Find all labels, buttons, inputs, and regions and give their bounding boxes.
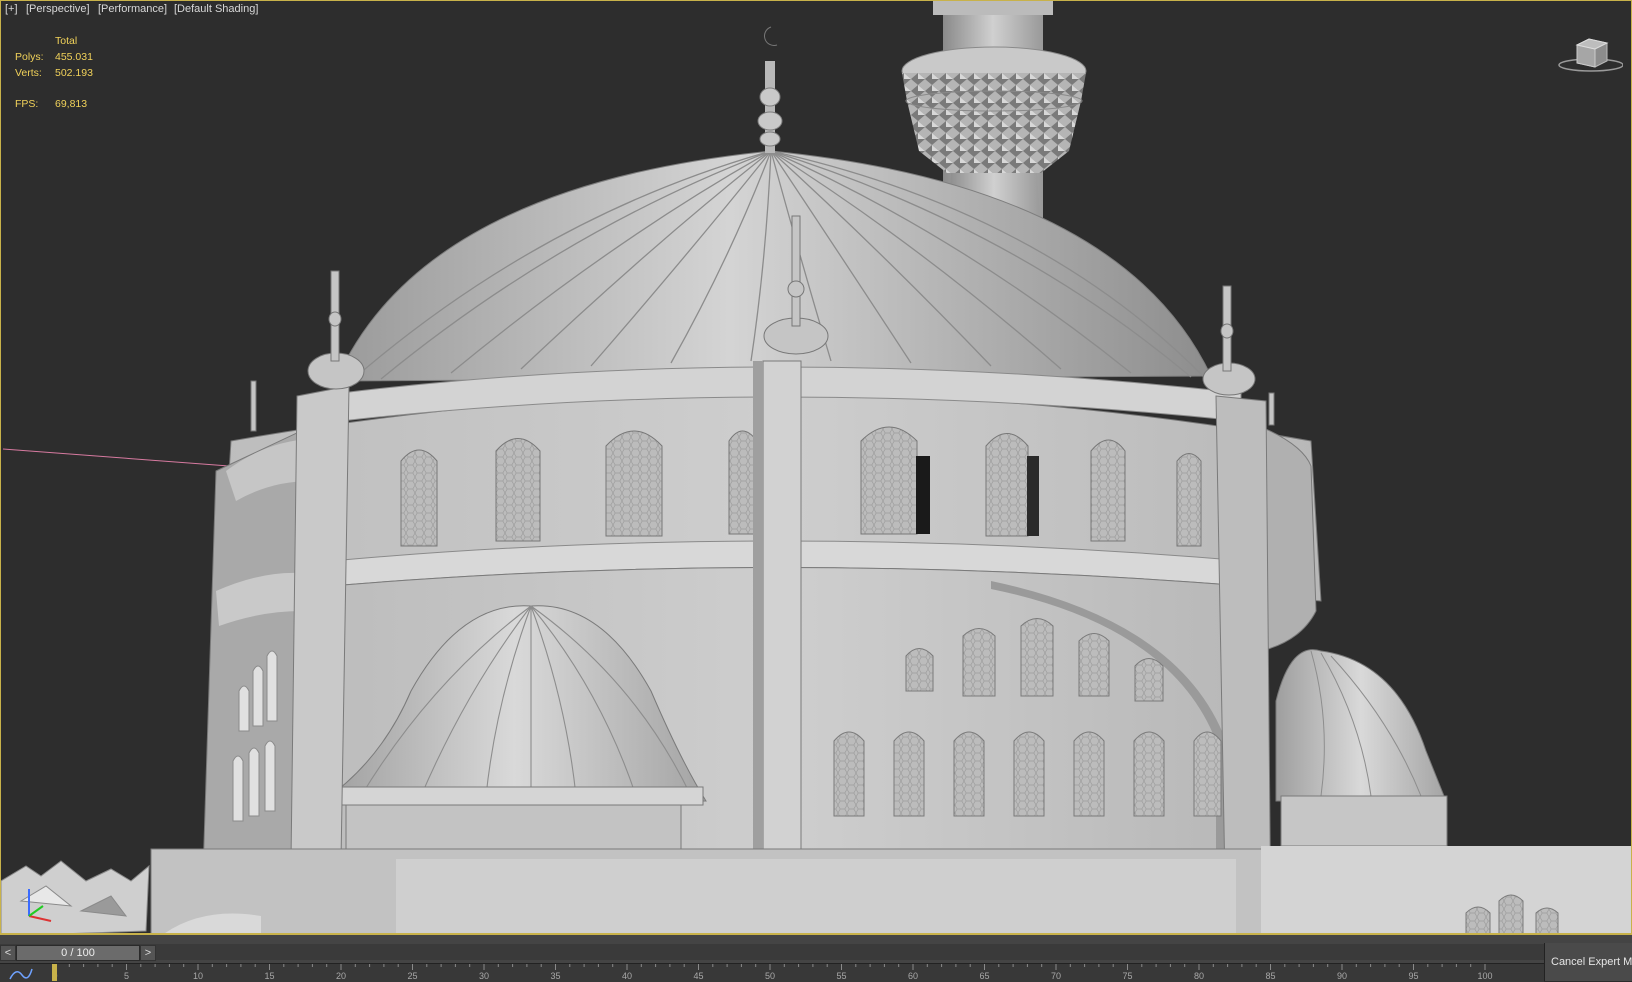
ruler-tick-label: 65 [979, 971, 989, 981]
ruler-tick-label: 100 [1477, 971, 1492, 981]
track-bar-ruler[interactable]: 0510152025303540455055606570758085909510… [0, 963, 1544, 982]
ruler-tick-label: 5 [124, 971, 129, 981]
ruler-tick-label: 85 [1265, 971, 1275, 981]
fps-value: 69,813 [55, 98, 88, 110]
viewport-menu-plus[interactable]: [+] [5, 3, 18, 15]
verts-label: Verts: [15, 67, 42, 79]
curve-editor-icon[interactable] [8, 965, 34, 981]
ruler-tick-label: 60 [908, 971, 918, 981]
ruler-tick-label: 50 [765, 971, 775, 981]
polys-label: Polys: [15, 51, 44, 63]
dome-finial [757, 26, 783, 153]
viewcube-icon[interactable] [1553, 31, 1623, 75]
viewport-menu-performance[interactable]: [Performance] [98, 3, 167, 15]
cancel-expert-mode-button[interactable]: Cancel Expert M [1544, 943, 1632, 981]
ruler-tick-label: 10 [193, 971, 203, 981]
ruler-tick-label: 45 [693, 971, 703, 981]
ruler-tick-label: 95 [1408, 971, 1418, 981]
timeline-panel: < 0 / 100 > 0510152025303540455055606570… [0, 935, 1632, 982]
ruler-tick-label: 90 [1337, 971, 1347, 981]
ruler-tick-label: 40 [622, 971, 632, 981]
base-platform [150, 846, 1631, 933]
ruler-tick-label: 55 [836, 971, 846, 981]
time-next-button[interactable]: > [140, 945, 156, 961]
ruler-tick-label: 30 [479, 971, 489, 981]
viewport-menu-perspective[interactable]: [Perspective] [26, 3, 90, 15]
mosque-3d-model[interactable] [1, 1, 1632, 935]
selection-guide-line [2, 448, 230, 467]
time-slider-track[interactable] [0, 944, 1544, 960]
viewport-menu-shading[interactable]: [Default Shading] [174, 3, 258, 15]
polys-value: 455.031 [55, 51, 93, 63]
ruler-tick-label: 70 [1051, 971, 1061, 981]
viewport-statistics: Total Polys: 455.031 Verts: 502.193 FPS: 69… [15, 33, 93, 112]
current-frame-marker[interactable] [52, 964, 57, 981]
fps-label: FPS: [15, 98, 39, 110]
time-slider-thumb[interactable]: 0 / 100 [16, 945, 140, 961]
foliage-cluster [1, 860, 150, 933]
time-prev-button[interactable]: < [0, 945, 16, 961]
verts-value: 502.193 [55, 67, 93, 79]
ruler-tick-label: 35 [550, 971, 560, 981]
ruler-tick-label: 20 [336, 971, 346, 981]
ruler-tick-label: 15 [264, 971, 274, 981]
ruler-tick-label: 75 [1122, 971, 1132, 981]
right-half-dome [1275, 649, 1448, 847]
stats-header: Total [55, 35, 78, 47]
perspective-viewport[interactable]: [+] [Perspective] [Performance] [Default… [0, 0, 1632, 935]
ruler-tick-label: 25 [407, 971, 417, 981]
ruler-tick-label: 80 [1194, 971, 1204, 981]
